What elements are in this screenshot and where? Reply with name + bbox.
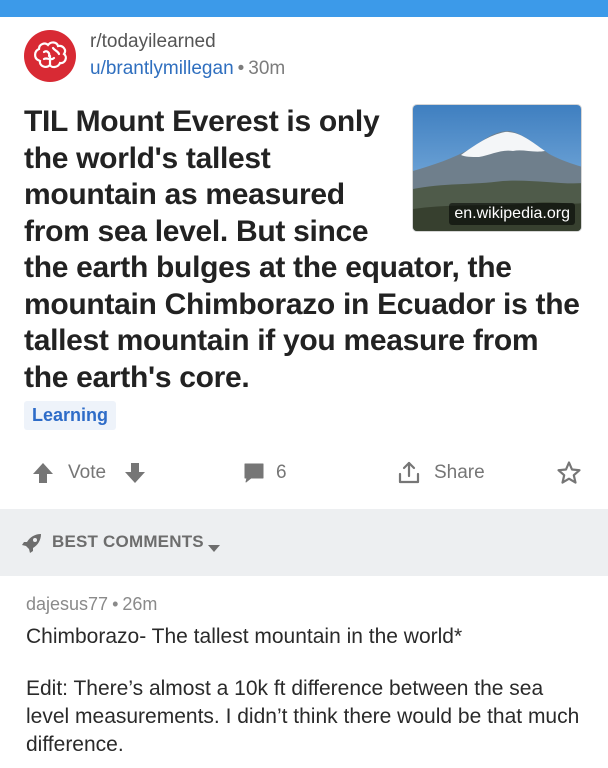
comment-author[interactable]: dajesus77 bbox=[26, 594, 108, 614]
subreddit-name[interactable]: r/todayilearned bbox=[90, 31, 216, 53]
subreddit-brain-icon[interactable] bbox=[24, 30, 76, 82]
comment-bubble-icon[interactable] bbox=[242, 452, 266, 494]
post-flair[interactable]: Learning bbox=[24, 401, 117, 430]
rocket-icon bbox=[20, 531, 44, 560]
upvote-arrow-icon[interactable] bbox=[32, 452, 54, 494]
comment: dajesus77 • 26m Chimborazo- The tallest mo… bbox=[26, 594, 586, 759]
link-thumbnail[interactable]: en.wikipedia.org bbox=[412, 104, 582, 232]
post-meta: u/brantlymillegan • 30m bbox=[90, 58, 285, 80]
thumbnail-domain: en.wikipedia.org bbox=[449, 203, 575, 225]
downvote-arrow-icon[interactable] bbox=[124, 452, 146, 494]
comment-body-line: Chimborazo- The tallest mountain in the … bbox=[26, 625, 463, 648]
post-age: 30m bbox=[248, 58, 286, 79]
vote-label: Vote bbox=[68, 462, 107, 483]
share-icon[interactable] bbox=[396, 452, 422, 494]
post-header: r/todayilearned u/brantlymillegan • 30m bbox=[24, 29, 584, 85]
comment-count[interactable]: 6 bbox=[276, 452, 287, 494]
save-star-icon[interactable] bbox=[556, 452, 582, 494]
comment-meta: dajesus77 • 26m bbox=[26, 594, 586, 615]
comment-body-edit: Edit: There’s almost a 10k ft difference… bbox=[26, 677, 580, 756]
top-status-bar bbox=[0, 0, 608, 17]
post-action-bar: Vote 6 Share bbox=[0, 452, 608, 494]
comments-sort-bar[interactable]: BEST COMMENTS bbox=[0, 509, 608, 576]
meta-separator: • bbox=[237, 58, 245, 79]
share-button[interactable]: Share bbox=[434, 452, 485, 494]
comment-meta-separator: • bbox=[112, 594, 119, 614]
comments-sort-label: BEST COMMENTS bbox=[52, 532, 204, 551]
author-link[interactable]: u/brantlymillegan bbox=[90, 58, 234, 79]
comment-age: 26m bbox=[122, 594, 158, 614]
caret-down-icon bbox=[208, 540, 220, 558]
